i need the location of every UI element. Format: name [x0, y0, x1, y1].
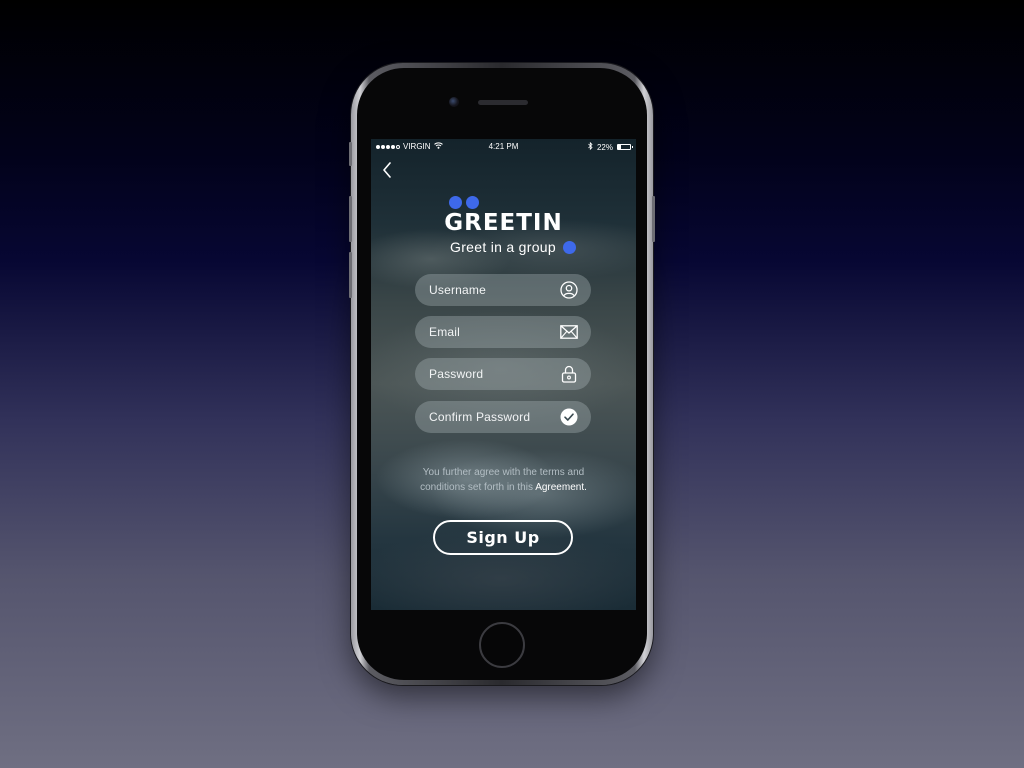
- volume-down-button: [349, 252, 352, 298]
- logo-dot: [466, 196, 479, 209]
- home-button[interactable]: [479, 622, 525, 668]
- terms-line-2-text: conditions set forth in this: [420, 482, 536, 493]
- check-circle-icon: [560, 408, 578, 426]
- earpiece-speaker: [478, 100, 528, 105]
- envelope-icon: [560, 323, 578, 341]
- brand-subtitle-row: Greet in a group: [450, 239, 576, 255]
- lock-icon: [560, 365, 578, 383]
- agreement-link[interactable]: Agreement.: [535, 482, 587, 493]
- terms-text: You further agree with the terms and con…: [371, 465, 636, 495]
- brand-title: GREETIN: [444, 210, 563, 236]
- volume-up-button: [349, 196, 352, 242]
- terms-line-1: You further agree with the terms and: [422, 467, 585, 478]
- password-field: [415, 358, 591, 390]
- status-right: 22%: [588, 141, 633, 152]
- front-camera: [449, 97, 459, 107]
- brand-subtitle: Greet in a group: [450, 239, 556, 255]
- battery-fill: [618, 145, 621, 149]
- logo-dot: [449, 196, 462, 209]
- battery-percentage: 22%: [596, 142, 613, 152]
- terms-line-2: conditions set forth in this Agreement.: [371, 480, 636, 495]
- battery-icon: [617, 144, 633, 150]
- confirm-password-field: [415, 401, 591, 433]
- sign-up-button[interactable]: Sign Up: [433, 520, 573, 555]
- bluetooth-icon: [588, 141, 593, 152]
- email-field: [415, 316, 591, 348]
- mute-switch: [349, 142, 352, 166]
- back-button[interactable]: [379, 159, 395, 181]
- power-button: [652, 196, 655, 242]
- username-field: [415, 274, 591, 306]
- app-screen: VIRGIN 4:21 PM 22% GREETIN Greet in a gr…: [371, 139, 636, 610]
- chevron-left-icon: [383, 162, 391, 178]
- user-circle-icon: [560, 281, 578, 299]
- logo-dot: [562, 240, 576, 254]
- status-bar: VIRGIN 4:21 PM 22%: [371, 139, 636, 155]
- brand-logo-dots: [449, 196, 479, 209]
